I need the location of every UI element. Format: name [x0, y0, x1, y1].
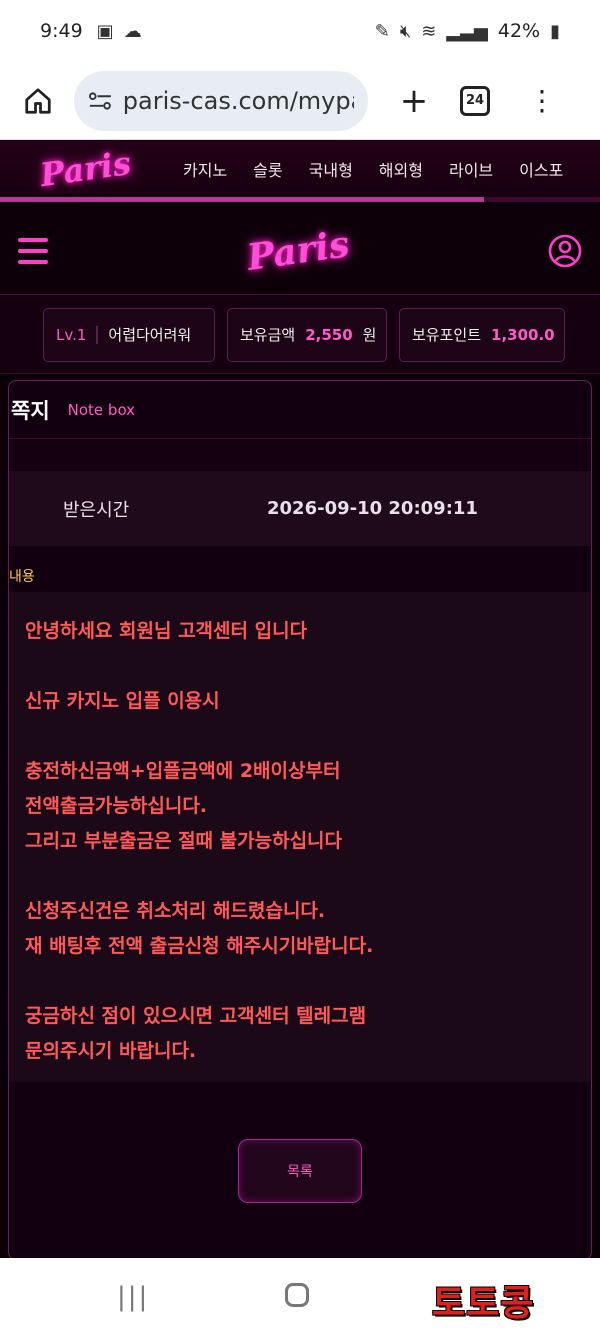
balance-value: 2,550: [305, 325, 353, 344]
status-bar: 9:49 ▣ ☁ ✎ 🔇︎ ≋ ▂▃▅ 42% ▮: [0, 0, 600, 62]
pen-icon: ✎: [374, 20, 390, 42]
points-label: 보유포인트: [412, 326, 482, 344]
browser-menu-icon[interactable]: ⋮: [528, 86, 556, 115]
site-logo-small[interactable]: Paris: [0, 143, 170, 193]
message-line: 재 배팅후 전액 출금신청 해주시기바랍니다.: [25, 935, 374, 957]
user-level-chip[interactable]: Lv.1 어렵다어려워: [43, 307, 215, 362]
username: 어렵다어려워: [108, 326, 192, 344]
message-line: 궁금하신 점이 있으시면 고객센터 텔레그램: [25, 1005, 367, 1027]
nav-item-esports[interactable]: 이스포: [506, 157, 576, 181]
site-header: Paris: [0, 207, 600, 295]
list-button[interactable]: 목록: [238, 1139, 362, 1203]
hamburger-menu-icon[interactable]: [18, 237, 48, 264]
message-line: 신규 카지노 입플 이용시: [25, 690, 220, 712]
address-bar[interactable]: paris-cas.com/mypa: [74, 70, 368, 131]
message-content: 안녕하세요 회원님 고객센터 입니다신규 카지노 입플 이용시충전하신금액+입플…: [9, 592, 591, 1082]
note-panel: 쪽지 Note box 받은시간 2026-09-10 20:09:11 내용 …: [8, 380, 592, 1260]
gallery-icon: ▣: [96, 20, 114, 42]
message-line: 신청주신건은 취소처리 해드렸습니다.: [25, 900, 326, 922]
message-line: 안녕하세요 회원님 고객센터 입니다: [25, 620, 308, 642]
message-line: 충전하신금액+입플금액에 2배이상부터: [25, 760, 341, 782]
battery-icon: ▮: [550, 20, 560, 42]
signal-icon: ▂▃▅: [446, 20, 488, 42]
nav-item-slot[interactable]: 슬롯: [240, 157, 295, 181]
watermark: 토토콩: [432, 1283, 535, 1324]
page-subtitle: Note box: [67, 400, 136, 419]
page-title: 쪽지: [11, 398, 50, 423]
balance-chip[interactable]: 보유금액 2,550 원: [227, 307, 387, 362]
nav-scroll-indicator: [0, 197, 484, 202]
browser-home-button[interactable]: [16, 79, 60, 123]
message-line: 전액출금가능하십니다.: [25, 795, 208, 817]
nav-items: 카지노 슬롯 국내형 해외형 라이브 이스포: [170, 157, 600, 181]
received-time-value: 2026-09-10 20:09:11: [267, 498, 478, 519]
user-profile-icon[interactable]: [548, 234, 582, 268]
new-tab-button[interactable]: +: [392, 81, 436, 121]
note-panel-header: 쪽지 Note box: [9, 381, 591, 439]
user-info-bar: Lv.1 어렵다어려워 보유금액 2,550 원 보유포인트 1,300.0: [0, 296, 600, 374]
site-logo[interactable]: Paris: [244, 223, 351, 279]
message-text: 안녕하세요 회원님 고객센터 입니다신규 카지노 입플 이용시충전하신금액+입플…: [25, 614, 575, 1069]
site-top-nav: Paris 카지노 슬롯 국내형 해외형 라이브 이스포: [0, 140, 600, 202]
nav-item-overseas[interactable]: 해외형: [366, 157, 436, 181]
status-time: 9:49: [40, 20, 83, 42]
battery-level: 42%: [497, 20, 541, 42]
browser-toolbar: paris-cas.com/mypa + 24 ⋮: [0, 62, 600, 140]
url-text: paris-cas.com/mypa: [122, 86, 354, 115]
points-chip[interactable]: 보유포인트 1,300.0: [399, 307, 565, 362]
received-time-label: 받은시간: [63, 499, 130, 521]
status-left-icons: ▣ ☁: [97, 21, 142, 42]
status-right-icons: ✎ 🔇︎ ≋ ▂▃▅ 42% ▮: [375, 20, 560, 42]
spacer-row: [9, 439, 591, 471]
points-value: 1,300.0: [491, 325, 555, 344]
nav-item-casino[interactable]: 카지노: [170, 157, 240, 181]
android-home-button[interactable]: [285, 1283, 309, 1307]
received-time-row: 받은시간 2026-09-10 20:09:11: [9, 471, 591, 546]
message-line: 그리고 부분출금은 절때 불가능하십니다: [25, 830, 343, 852]
nav-item-domestic[interactable]: 국내형: [296, 157, 366, 181]
site-settings-icon[interactable]: [88, 90, 113, 112]
cloud-icon: ☁: [123, 20, 142, 42]
wifi-icon: ≋: [421, 20, 437, 42]
nav-item-live[interactable]: 라이브: [436, 157, 506, 181]
home-icon: [25, 87, 51, 114]
android-nav-bar: ||| 토토콩: [0, 1258, 600, 1333]
content-label: 내용: [9, 569, 35, 585]
balance-unit: 원: [362, 326, 377, 344]
tab-switcher-button[interactable]: 24: [460, 85, 490, 116]
message-line: 문의주시기 바랍니다.: [25, 1040, 197, 1062]
recents-button[interactable]: |||: [117, 1282, 149, 1312]
balance-label: 보유금액: [240, 326, 296, 344]
mute-icon: 🔇︎: [399, 20, 412, 42]
user-level: Lv.1: [56, 325, 99, 344]
